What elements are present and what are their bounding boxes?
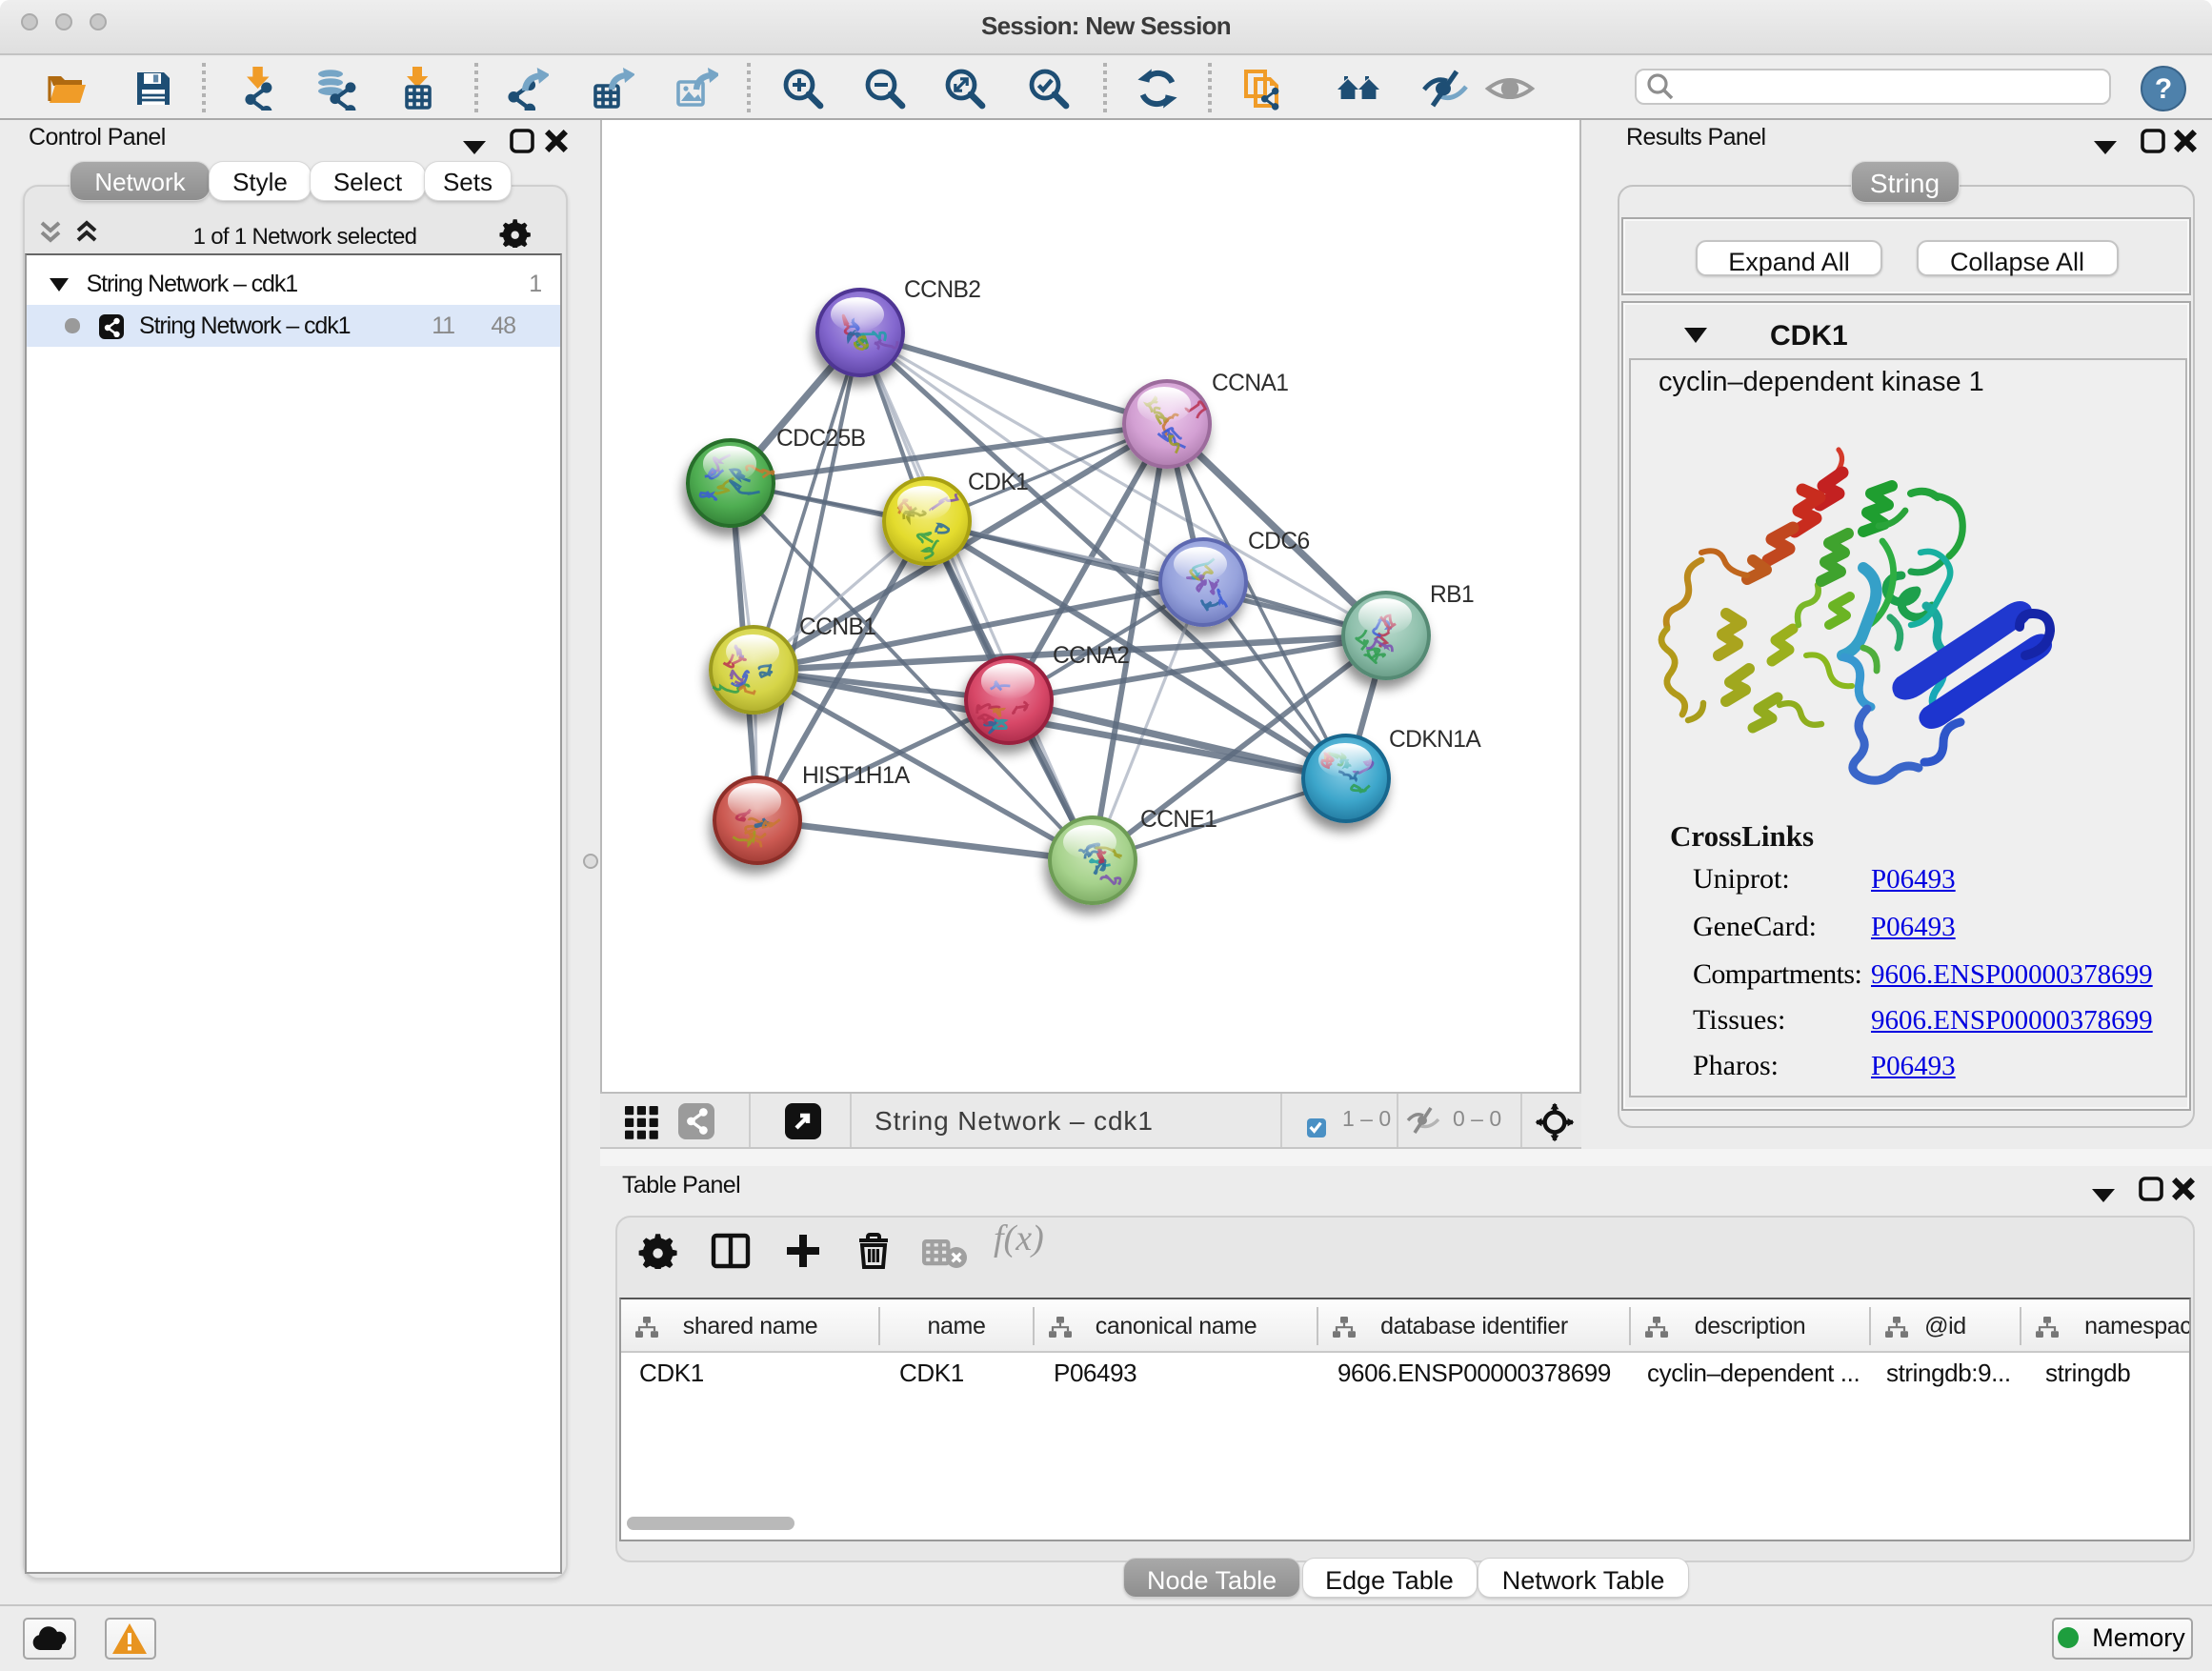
svg-text:?: ? [2154, 72, 2171, 104]
